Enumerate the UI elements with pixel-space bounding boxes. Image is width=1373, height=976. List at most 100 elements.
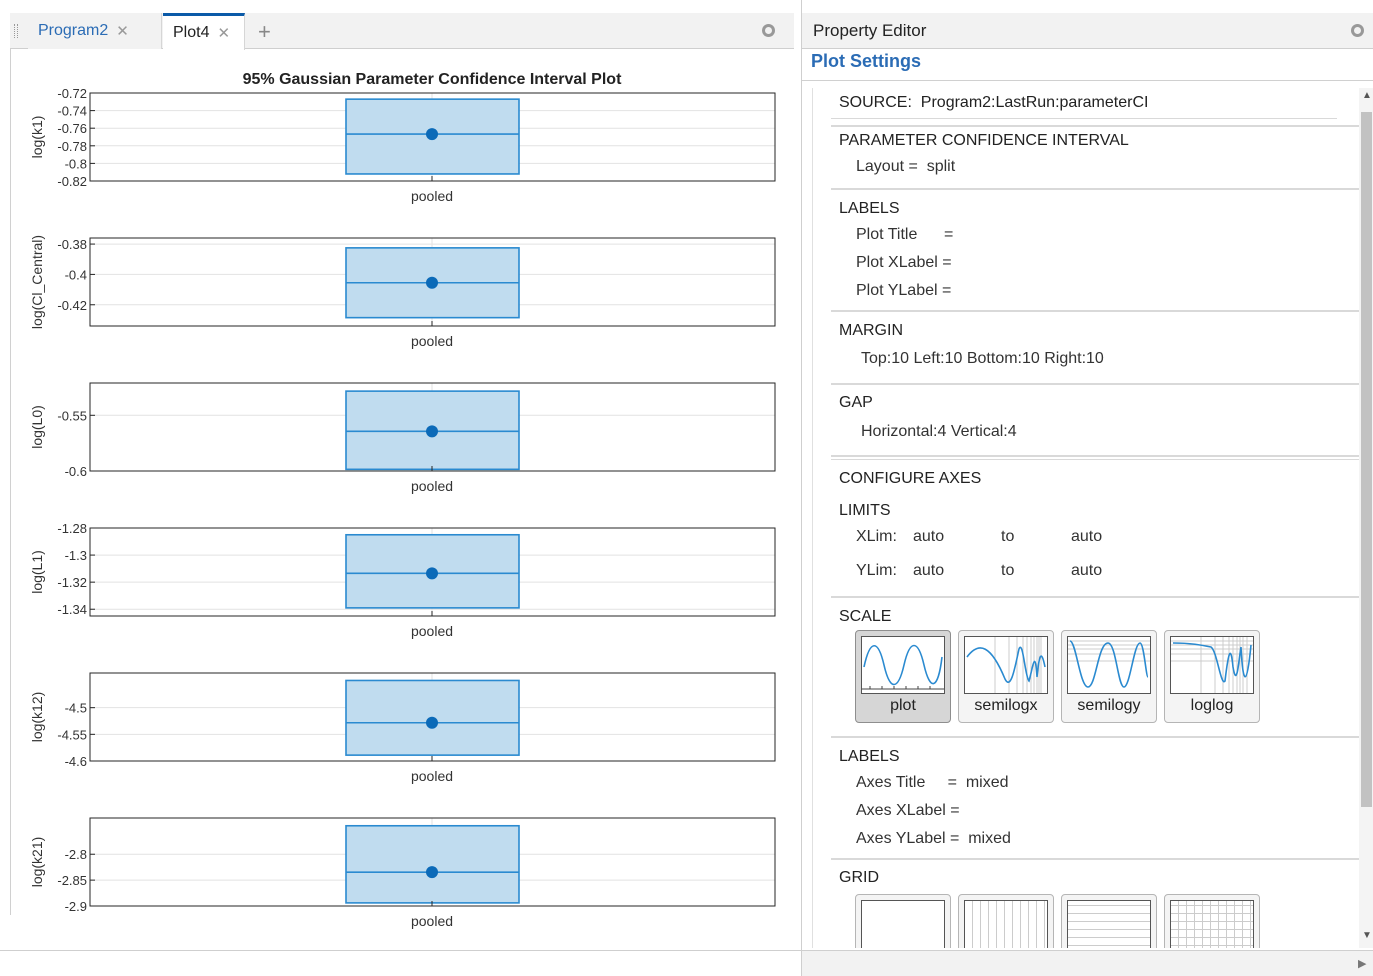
confidence-interval-box <box>345 824 520 904</box>
app-window: Program2 ✕ Plot4 ✕ + 95% Gaussian Parame… <box>0 0 1373 976</box>
property-editor-title: Property Editor <box>813 21 927 40</box>
x-tick-label: pooled <box>411 478 453 494</box>
scale-option-label: semilogy <box>1077 697 1141 714</box>
divider <box>831 383 1359 385</box>
xlim-to-label: to <box>1001 528 1015 545</box>
scale-semilogx-button[interactable]: semilogx <box>958 630 1054 723</box>
y-axis-label: log(k21) <box>29 837 45 888</box>
grid-horizontal-button[interactable] <box>1061 894 1157 948</box>
grid-horizontal-icon <box>1067 900 1151 948</box>
y-tick-label: -0.38 <box>57 237 87 252</box>
plot-title-setting[interactable]: Plot Title = <box>856 226 953 244</box>
tab-program2[interactable]: Program2 ✕ <box>28 13 162 49</box>
vertical-scrollbar[interactable]: ▲ ▼ <box>1359 88 1373 948</box>
property-editor-header: Property Editor <box>802 13 1373 49</box>
grid-both-button[interactable] <box>1164 894 1260 948</box>
loglog-plot-icon <box>1170 636 1254 694</box>
xlim-min-field[interactable]: auto <box>913 528 944 546</box>
grid-none-icon <box>861 900 945 948</box>
drag-grip-icon[interactable] <box>14 24 18 38</box>
scale-plot-button[interactable]: plot <box>855 630 951 723</box>
property-editor-footer: ▶ <box>802 950 1373 976</box>
plot-settings-heading: Plot Settings <box>811 51 922 71</box>
scale-heading: SCALE <box>839 608 892 625</box>
divider <box>831 188 1359 190</box>
grid-vertical-button[interactable] <box>958 894 1054 948</box>
y-tick-label: -1.34 <box>57 602 87 617</box>
layout-setting[interactable]: Layout = split <box>856 158 955 176</box>
divider <box>831 596 1359 598</box>
divider <box>831 310 1359 312</box>
y-tick-label: -1.32 <box>57 575 87 590</box>
options-circle-icon[interactable] <box>1351 24 1364 37</box>
grid-heading: GRID <box>839 869 879 886</box>
xlim-label: XLim: <box>856 528 897 545</box>
semilogx-plot-icon <box>964 636 1048 694</box>
close-icon[interactable]: ✕ <box>217 24 230 42</box>
margin-setting[interactable]: Top:10 Left:10 Bottom:10 Right:10 <box>861 350 1104 368</box>
y-tick-label: -2.8 <box>65 847 87 862</box>
margin-heading: MARGIN <box>839 322 903 339</box>
y-tick-label: -0.42 <box>57 298 87 313</box>
x-tick-label: pooled <box>411 913 453 929</box>
y-tick-label: -4.55 <box>57 727 87 742</box>
xlim-max-field[interactable]: auto <box>1071 528 1102 546</box>
y-axis-label: log(k1) <box>29 116 45 159</box>
divider <box>831 125 1359 127</box>
axes-title-setting[interactable]: Axes Title = mixed <box>856 774 1009 792</box>
scale-option-label: semilogx <box>974 697 1038 714</box>
labels-heading: LABELS <box>839 200 900 217</box>
settings-panel: SOURCE: Program2:LastRun:parameterCI PAR… <box>831 88 1359 948</box>
x-tick-label: pooled <box>411 623 453 639</box>
grid-none-button[interactable] <box>855 894 951 948</box>
tab-label: Program2 <box>38 22 109 39</box>
scale-option-label: loglog <box>1190 697 1234 714</box>
y-tick-label: -2.9 <box>65 899 87 914</box>
y-tick-label: -0.76 <box>57 121 87 136</box>
y-axis-label: log(k12) <box>29 692 45 743</box>
subplot: -4.5 -4.55 -4.6 pooled log(k12) <box>29 672 776 784</box>
semilogy-plot-icon <box>1067 636 1151 694</box>
scroll-right-icon[interactable]: ▶ <box>1358 957 1366 970</box>
divider <box>831 455 1359 457</box>
ylim-max-field[interactable]: auto <box>1071 562 1102 580</box>
scroll-up-icon[interactable]: ▲ <box>1362 90 1372 101</box>
divider <box>831 736 1359 738</box>
add-tab-icon[interactable]: + <box>258 19 271 45</box>
plot-ylabel-setting[interactable]: Plot YLabel = <box>856 282 951 300</box>
divider <box>802 80 1373 81</box>
scale-loglog-button[interactable]: loglog <box>1164 630 1260 723</box>
axes-ylabel-setting[interactable]: Axes YLabel = mixed <box>856 830 1011 848</box>
pci-heading: PARAMETER CONFIDENCE INTERVAL <box>839 132 1129 149</box>
property-editor-panel: Property Editor Plot Settings SOURCE: Pr… <box>801 0 1373 976</box>
left-status-bar <box>0 950 801 976</box>
scrollbar-thumb[interactable] <box>1361 112 1372 807</box>
plot-xlabel-setting[interactable]: Plot XLabel = <box>856 254 952 272</box>
ylim-label: YLim: <box>856 562 897 579</box>
ylim-min-field[interactable]: auto <box>913 562 944 580</box>
ylim-to-label: to <box>1001 562 1015 579</box>
scale-semilogy-button[interactable]: semilogy <box>1061 630 1157 723</box>
estimate-point <box>426 276 438 289</box>
tab-plot4[interactable]: Plot4 ✕ <box>163 13 245 50</box>
y-tick-label: -0.4 <box>65 267 87 282</box>
y-tick-label: -0.6 <box>65 464 87 479</box>
subplot: -0.72 -0.74 -0.76 -0.78 -0.8 -0.82 pooled log(k… <box>29 86 776 204</box>
limits-heading: LIMITS <box>839 502 891 519</box>
x-tick-label: pooled <box>411 333 453 349</box>
subplot: -2.8 -2.85 -2.9 pooled log(k21) <box>29 817 776 929</box>
options-circle-icon[interactable] <box>762 24 775 37</box>
y-tick-label: -0.78 <box>57 139 87 154</box>
grid-vertical-icon <box>964 900 1048 948</box>
axes-xlabel-setting[interactable]: Axes XLabel = <box>856 802 960 820</box>
close-icon[interactable]: ✕ <box>116 22 129 40</box>
subplot: -0.55 -0.6 pooled log(L0) <box>29 382 776 494</box>
gap-setting[interactable]: Horizontal:4 Vertical:4 <box>861 423 1017 441</box>
scroll-down-icon[interactable]: ▼ <box>1362 930 1372 941</box>
configure-axes-heading: CONFIGURE AXES <box>839 470 982 487</box>
settings-scroll-area: SOURCE: Program2:LastRun:parameterCI PAR… <box>812 88 1359 948</box>
divider <box>831 118 1337 119</box>
y-tick-label: -1.28 <box>57 521 87 536</box>
linear-plot-icon <box>861 636 945 694</box>
divider <box>831 459 1359 460</box>
